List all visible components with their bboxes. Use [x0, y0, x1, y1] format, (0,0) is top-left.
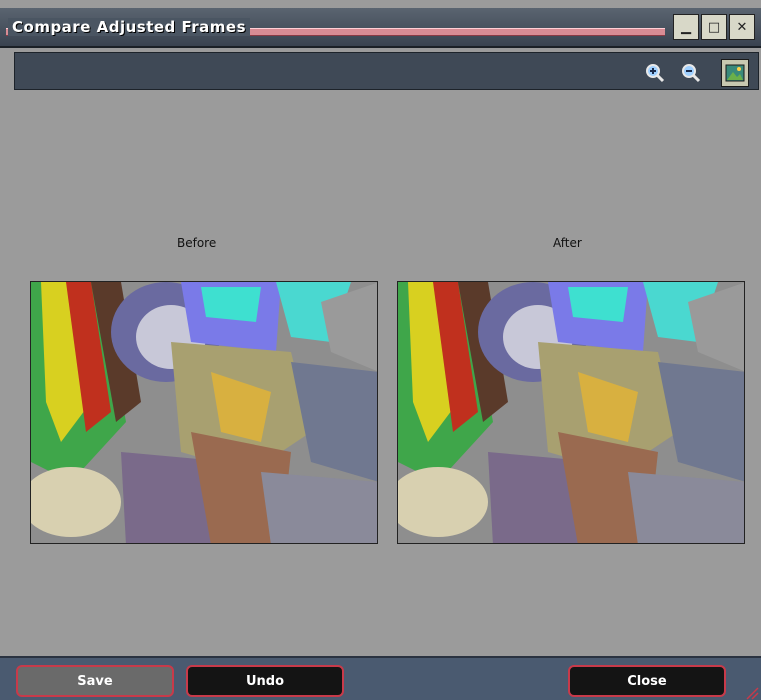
after-image	[397, 281, 745, 544]
close-icon: ✕	[736, 19, 748, 35]
save-button-label: Save	[77, 673, 113, 689]
close-button-label: Close	[627, 673, 667, 689]
window-title: Compare Adjusted Frames	[8, 18, 251, 36]
undo-button-label: Undo	[245, 673, 285, 689]
undo-button[interactable]: Undo	[186, 665, 344, 697]
fit-to-window-button[interactable]	[721, 59, 749, 87]
button-bar: Save Undo Close	[0, 656, 761, 700]
minimize-button[interactable]: ▁	[673, 14, 699, 40]
save-button[interactable]: Save	[16, 665, 174, 697]
toolbar	[14, 52, 759, 90]
resize-grip-icon[interactable]	[745, 686, 759, 700]
close-button[interactable]: Close	[568, 665, 726, 697]
close-window-button[interactable]: ✕	[729, 14, 755, 40]
zoom-in-icon	[646, 64, 665, 83]
after-photo	[398, 282, 744, 543]
fit-to-window-icon	[725, 64, 745, 82]
after-label: After	[553, 236, 582, 250]
maximize-button[interactable]: □	[701, 14, 727, 40]
before-label: Before	[177, 236, 217, 250]
zoom-out-icon	[682, 64, 701, 83]
compare-window: Compare Adjusted Frames ▁ □ ✕ Before Aft…	[0, 0, 761, 700]
zoom-out-button[interactable]	[677, 59, 705, 87]
title-bar[interactable]: Compare Adjusted Frames ▁ □ ✕	[0, 8, 761, 48]
before-image	[30, 281, 378, 544]
before-photo	[31, 282, 377, 543]
minimize-icon: ▁	[681, 19, 691, 35]
window-controls: ▁ □ ✕	[673, 14, 755, 40]
maximize-icon: □	[707, 19, 721, 35]
zoom-in-button[interactable]	[641, 59, 669, 87]
